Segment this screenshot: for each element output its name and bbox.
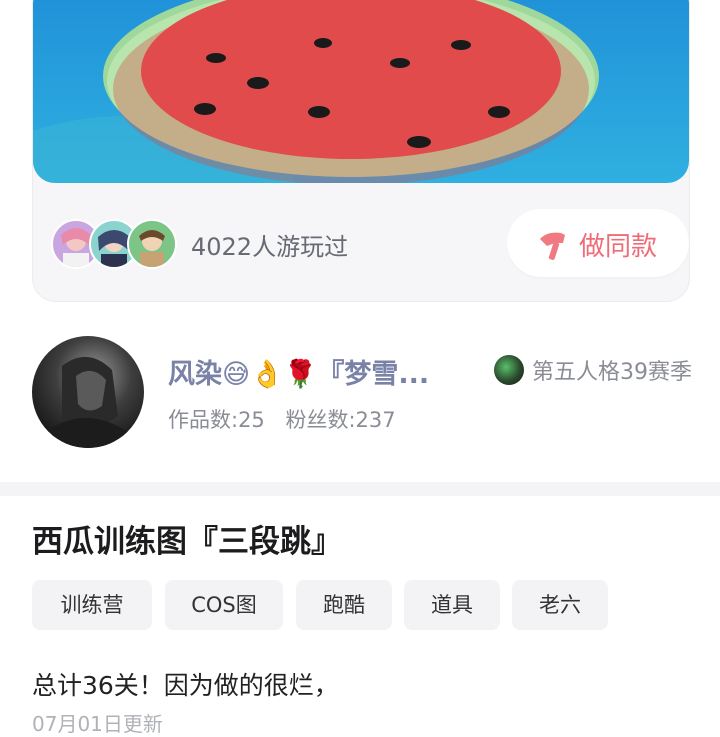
season-badge[interactable]: 第五人格39赛季 [494, 354, 692, 386]
author-name-text: 风染 [168, 359, 222, 390]
played-row: 4022人游玩过 做同款 [51, 209, 689, 277]
author-name-emojis: 😅👌🌹 [222, 359, 318, 390]
make-same-label: 做同款 [579, 231, 658, 261]
season-label: 第五人格39赛季 [532, 360, 692, 385]
tag-item[interactable]: COS图 [165, 580, 283, 630]
tag-item[interactable]: 训练营 [32, 580, 152, 630]
fans-count: 粉丝数:237 [285, 408, 396, 432]
post-description: 总计36关！因为做的很烂， [32, 671, 339, 700]
hammer-icon [537, 229, 571, 261]
author-stats: 作品数:25 粉丝数:237 [168, 404, 410, 434]
make-same-button[interactable]: 做同款 [507, 209, 689, 277]
tag-item[interactable]: 道具 [404, 580, 500, 630]
tag-item[interactable]: 跑酷 [296, 580, 392, 630]
author-name-suffix: 『梦雪... [317, 359, 430, 390]
watermelon-banner-image[interactable] [33, 0, 689, 183]
played-count: 4022人游玩过 [191, 233, 349, 261]
author-name[interactable]: 风染😅👌🌹『梦雪... [168, 352, 429, 391]
works-count: 作品数:25 [168, 408, 265, 432]
section-divider [0, 482, 720, 496]
player-avatars [51, 219, 181, 269]
season-badge-icon [494, 355, 524, 385]
player-avatar-icon [127, 219, 177, 269]
tag-item[interactable]: 老六 [512, 580, 608, 630]
game-card[interactable]: 4022人游玩过 做同款 [32, 0, 690, 302]
post-title: 西瓜训练图『三段跳』 [32, 524, 342, 560]
watermelon-illustration [33, 0, 689, 183]
update-time: 07月01日更新 [32, 712, 163, 736]
author-avatar[interactable] [32, 336, 144, 448]
